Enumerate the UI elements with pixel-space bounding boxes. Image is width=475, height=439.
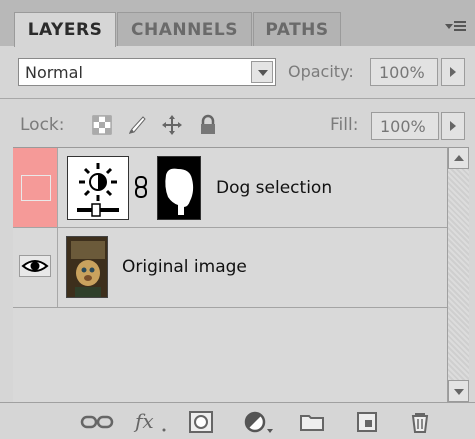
- lock-pixels-icon[interactable]: [126, 114, 148, 136]
- bottom-toolbar: fx: [0, 402, 475, 439]
- opacity-stepper[interactable]: [441, 58, 465, 86]
- chevron-down-icon[interactable]: [251, 61, 273, 83]
- photo-preview: [67, 237, 107, 297]
- fill-field[interactable]: 100%: [371, 112, 439, 140]
- visibility-toggle[interactable]: [13, 228, 58, 307]
- layer-name[interactable]: Original image: [122, 257, 247, 277]
- opacity-field[interactable]: 100%: [370, 58, 438, 86]
- lock-transparency-icon[interactable]: [91, 114, 113, 136]
- link-chain-icon[interactable]: [134, 175, 148, 199]
- svg-text:fx: fx: [133, 410, 154, 433]
- new-group-icon[interactable]: [299, 410, 325, 434]
- lock-all-icon[interactable]: [197, 114, 219, 136]
- fx-icon[interactable]: fx: [132, 410, 168, 434]
- opacity-label: Opacity:: [288, 62, 354, 81]
- lock-label: Lock:: [20, 115, 65, 135]
- brightness-contrast-icon: [77, 163, 119, 217]
- add-mask-icon[interactable]: [188, 410, 214, 434]
- lock-position-icon[interactable]: [161, 114, 183, 136]
- tab-layers[interactable]: LAYERS: [14, 12, 116, 47]
- layer-row[interactable]: Original image: [13, 228, 447, 308]
- layers-panel: LAYERS CHANNELS PATHS Normal Opacity: 10…: [0, 0, 475, 439]
- divider: [0, 98, 475, 99]
- layer-name[interactable]: Dog selection: [216, 178, 332, 198]
- eye-icon[interactable]: [19, 255, 51, 277]
- blend-mode-select[interactable]: Normal: [18, 58, 276, 86]
- blend-mode-value: Normal: [25, 63, 83, 82]
- tab-bar: LAYERS CHANNELS PATHS: [0, 0, 475, 47]
- delete-layer-icon[interactable]: [408, 410, 432, 434]
- tab-channels[interactable]: CHANNELS: [117, 12, 252, 46]
- image-thumbnail[interactable]: [66, 236, 108, 298]
- layer-mask-thumbnail[interactable]: [157, 156, 201, 220]
- adjustment-layer-icon[interactable]: [243, 410, 275, 434]
- visibility-toggle[interactable]: [13, 148, 58, 227]
- layers-list: Dog selection Original image: [13, 147, 447, 402]
- scroll-up-button[interactable]: [448, 147, 469, 169]
- fill-label: Fill:: [330, 115, 359, 135]
- panel-menu-icon[interactable]: [445, 19, 467, 37]
- scrollbar[interactable]: [447, 147, 469, 402]
- mask-shape: [165, 168, 194, 215]
- tab-paths[interactable]: PATHS: [253, 12, 341, 46]
- visibility-off-box: [21, 175, 51, 201]
- layer-row[interactable]: Dog selection: [13, 148, 447, 228]
- link-layers-icon[interactable]: [80, 410, 114, 434]
- fill-stepper[interactable]: [441, 112, 465, 140]
- scroll-down-button[interactable]: [448, 380, 469, 402]
- adjustment-thumbnail[interactable]: [67, 156, 129, 220]
- new-layer-icon[interactable]: [355, 410, 379, 434]
